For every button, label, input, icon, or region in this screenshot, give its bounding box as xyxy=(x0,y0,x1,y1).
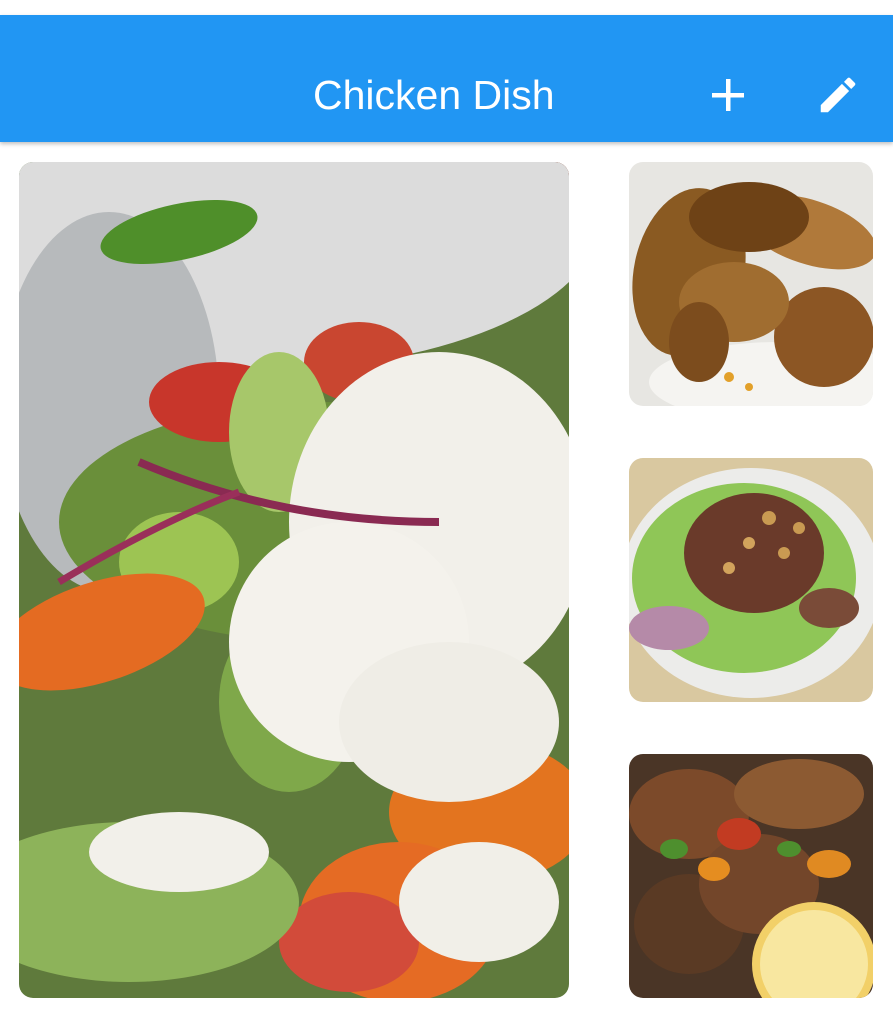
edit-button[interactable] xyxy=(810,67,866,123)
dish-thumbnail[interactable] xyxy=(629,458,873,702)
dish-thumbnail[interactable] xyxy=(629,754,873,998)
pencil-icon xyxy=(820,77,856,113)
plus-icon xyxy=(712,79,744,111)
app-bar: Chicken Dish xyxy=(0,15,893,142)
page-title: Chicken Dish xyxy=(313,72,555,118)
add-button[interactable] xyxy=(700,67,756,123)
main-dish-photo[interactable] xyxy=(19,162,569,998)
dish-thumbnail[interactable] xyxy=(629,162,873,406)
